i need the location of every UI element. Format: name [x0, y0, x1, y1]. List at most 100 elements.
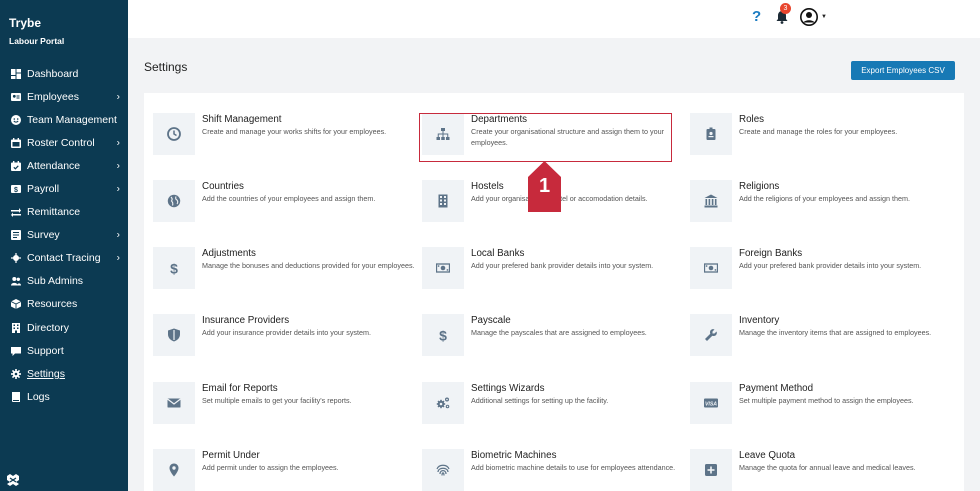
tile-description: Manage the payscales that are assigned t…	[471, 328, 647, 337]
tile-title: Leave Quota	[739, 450, 796, 461]
tile-title: Foreign Banks	[739, 248, 803, 259]
sidebar-item-employees[interactable]: Employees ›	[0, 85, 128, 108]
sidebar-item-team-management[interactable]: Team Management	[0, 108, 128, 131]
payroll-icon: $	[11, 184, 21, 194]
trybe-logo-icon	[7, 474, 19, 486]
settings-tile-inventory[interactable]: Inventory Manage the inventory items that…	[690, 314, 950, 372]
settings-tile-countries[interactable]: Countries Add the countries of your emplo…	[153, 180, 413, 238]
settings-tile-settings-wizards[interactable]: Settings Wizards Additional settings for …	[422, 382, 682, 440]
sidebar-item-label: Logs	[27, 390, 50, 403]
tile-description: Add your insurance provider details into…	[202, 328, 371, 337]
settings-tile-shift-management[interactable]: Shift Management Create and manage your w…	[153, 113, 413, 171]
book-icon	[11, 391, 21, 402]
sidebar-item-attendance[interactable]: Attendance ›	[0, 154, 128, 177]
sidebar-item-label: Survey	[27, 229, 60, 242]
user-avatar-icon[interactable]	[800, 8, 818, 26]
sidebar-item-survey[interactable]: Survey ›	[0, 224, 128, 247]
page-title: Settings	[144, 60, 188, 74]
sidebar-item-dashboard[interactable]: Dashboard	[0, 62, 128, 85]
sidebar-item-resources[interactable]: Resources	[0, 293, 128, 316]
sidebar-item-label: Remittance	[27, 206, 81, 219]
tile-description: Additional settings for setting up the f…	[471, 396, 609, 405]
tile-description: Set multiple payment method to assign th…	[739, 396, 914, 405]
settings-tile-roles[interactable]: Roles Create and manage the roles for you…	[690, 113, 950, 171]
money-icon	[690, 247, 732, 289]
tile-title: Shift Management	[202, 114, 282, 125]
chevron-right-icon: ›	[116, 252, 120, 264]
tile-title: Countries	[202, 181, 244, 192]
survey-icon	[11, 230, 21, 241]
settings-tile-biometric-machines[interactable]: Biometric Machines Add biometric machine …	[422, 449, 682, 491]
sidebar-item-roster-control[interactable]: Roster Control ›	[0, 131, 128, 154]
sidebar-item-logs[interactable]: Logs	[0, 385, 128, 408]
sidebar-item-label: Attendance	[27, 159, 81, 172]
institution-icon	[690, 180, 732, 222]
sidebar-item-settings[interactable]: Settings	[0, 362, 128, 385]
step-number: 1	[538, 175, 551, 197]
svg-text:VISA: VISA	[705, 402, 717, 408]
tile-title: Religions	[739, 181, 780, 192]
virus-icon	[11, 253, 21, 264]
sidebar-item-directory[interactable]: Directory	[0, 316, 128, 339]
envelope-icon	[153, 382, 195, 424]
chevron-right-icon: ›	[116, 183, 120, 195]
sidebar-item-label: Roster Control	[27, 136, 95, 149]
globe-icon	[153, 180, 195, 222]
settings-tile-local-banks[interactable]: Local Banks Add your prefered bank provid…	[422, 247, 682, 305]
tile-description: Add your prefered bank provider details …	[471, 261, 654, 270]
tile-description: Manage the inventory items that are assi…	[739, 328, 932, 337]
export-employees-csv-button[interactable]: Export Employees CSV	[851, 61, 955, 80]
sidebar-item-payroll[interactable]: $ Payroll ›	[0, 177, 128, 200]
notification-badge: 3	[780, 3, 791, 14]
help-icon[interactable]: ?	[752, 8, 761, 25]
clock-icon	[153, 113, 195, 155]
gear-icon	[11, 368, 21, 379]
tile-title: Email for Reports	[202, 383, 278, 394]
sidebar-item-sub-admins[interactable]: Sub Admins	[0, 270, 128, 293]
sidebar-item-support[interactable]: Support	[0, 339, 128, 362]
top-bar	[128, 0, 980, 38]
sidebar-item-label: Dashboard	[27, 67, 79, 80]
sidebar-item-label: Directory	[27, 321, 70, 334]
tile-title: Inventory	[739, 315, 780, 326]
users-icon	[11, 276, 21, 286]
sidebar-item-label: Sub Admins	[27, 275, 84, 288]
tile-description: Add permit under to assign the employees…	[202, 463, 339, 472]
settings-tile-payment-method[interactable]: VISA Payment Method Set multiple payment m…	[690, 382, 950, 440]
tile-title: Biometric Machines	[471, 450, 557, 461]
tile-title: Local Banks	[471, 248, 525, 259]
chat-icon	[11, 346, 21, 356]
app-name: Trybe	[9, 16, 42, 30]
settings-tile-religions[interactable]: Religions Add the religions of your emplo…	[690, 180, 950, 238]
tile-title: Adjustments	[202, 248, 256, 259]
tile-title: Hostels	[471, 181, 504, 192]
tile-description: Create and manage your works shifts for …	[202, 127, 387, 136]
settings-tile-insurance-providers[interactable]: Insurance Providers Add your insurance pr…	[153, 314, 413, 372]
settings-tile-permit-under[interactable]: Permit Under Add permit under to assign t…	[153, 449, 413, 491]
settings-tile-adjustments[interactable]: $ Adjustments Manage the bonuses and deduc…	[153, 247, 415, 305]
fingerprint-icon	[422, 449, 464, 491]
tile-title: Payscale	[471, 315, 511, 326]
box-icon	[11, 299, 21, 310]
id-badge-icon	[690, 113, 732, 155]
cogs-icon	[422, 382, 464, 424]
sidebar-item-remittance[interactable]: Remittance	[0, 201, 128, 224]
exchange-icon	[11, 207, 21, 218]
settings-tile-email-for-reports[interactable]: Email for Reports Set multiple emails to …	[153, 382, 413, 440]
svg-text:$: $	[14, 187, 18, 194]
sidebar-item-contact-tracing[interactable]: Contact Tracing ›	[0, 247, 128, 270]
sidebar-item-label: Resources	[27, 298, 78, 311]
svg-text:$: $	[439, 328, 447, 342]
settings-tile-leave-quota[interactable]: Leave Quota Manage the quota for annual l…	[690, 449, 950, 491]
wrench-icon	[690, 314, 732, 356]
settings-tile-payscale[interactable]: $ Payscale Manage the payscales that are a…	[422, 314, 682, 372]
smile-icon	[11, 114, 21, 125]
dollar-icon: $	[153, 247, 195, 289]
shield-icon	[153, 314, 195, 356]
settings-tile-foreign-banks[interactable]: Foreign Banks Add your prefered bank prov…	[690, 247, 950, 305]
tile-description: Add your prefered bank provider details …	[739, 261, 922, 270]
tile-description: Create and manage the roles for your emp…	[739, 127, 898, 136]
tile-description: Set multiple emails to get your facility…	[202, 396, 352, 405]
chevron-down-icon[interactable]: ▼	[821, 14, 827, 20]
building-icon	[11, 322, 21, 333]
